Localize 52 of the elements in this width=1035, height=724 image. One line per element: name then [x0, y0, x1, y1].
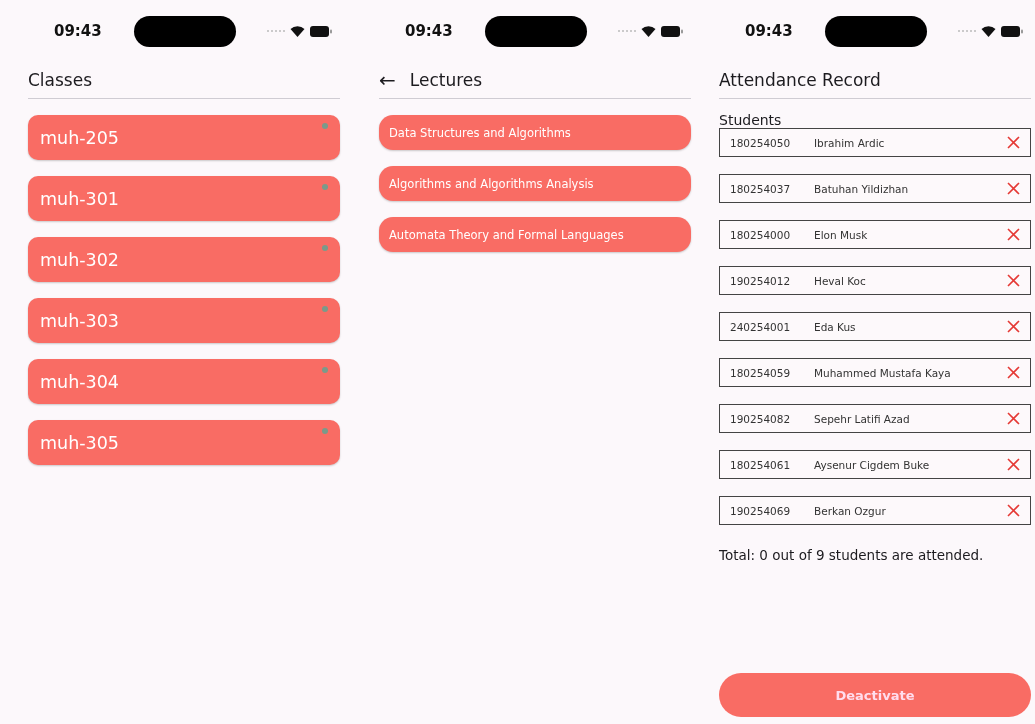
battery-icon: [1001, 25, 1023, 37]
status-dot: [322, 184, 328, 190]
screen-title: Lectures: [409, 70, 483, 90]
class-card[interactable]: muh-305: [28, 420, 340, 465]
signal-dots-icon: [267, 29, 285, 33]
wifi-icon: [641, 25, 656, 37]
status-dot: [322, 245, 328, 251]
wifi-icon: [981, 25, 996, 37]
screen-title: Classes: [28, 70, 93, 90]
student-id: 240254001: [730, 320, 792, 333]
student-id: 180254037: [730, 182, 792, 195]
student-id: 190254082: [730, 412, 792, 425]
battery-icon: [661, 25, 683, 37]
status-dot: [322, 123, 328, 129]
student-id: 180254000: [730, 228, 792, 241]
signal-dots-icon: [618, 29, 636, 33]
student-name: Eda Kus: [814, 320, 857, 333]
student-name: Muhammed Mustafa Kaya: [814, 366, 952, 379]
battery-icon: [310, 25, 332, 37]
student-name: Aysenur Cigdem Buke: [814, 458, 931, 471]
section-label: Students: [719, 112, 783, 128]
student-id: 180254059: [730, 366, 792, 379]
student-name: Elon Musk: [814, 228, 869, 241]
student-name: Sepehr Latifi Azad: [814, 412, 911, 425]
status-dot: [322, 428, 328, 434]
student-id: 190254012: [730, 274, 792, 287]
class-card[interactable]: muh-303: [28, 298, 340, 343]
back-button[interactable]: ←: [379, 70, 396, 90]
status-dot: [322, 306, 328, 312]
status-time: 09:43: [54, 22, 103, 40]
class-card[interactable]: muh-301: [28, 176, 340, 221]
wifi-icon: [290, 25, 305, 37]
student-name: Ibrahim Ardic: [814, 136, 886, 149]
student-id: 180254061: [730, 458, 792, 471]
status-time: 09:43: [745, 22, 794, 40]
screen-title: Attendance Record: [719, 70, 881, 90]
total-text: Total: 0 out of 9 students are attended.: [719, 547, 985, 563]
lecture-card[interactable]: Algorithms and Algorithms Analysis: [379, 166, 691, 201]
lecture-card[interactable]: Data Structures and Algorithms: [379, 115, 691, 150]
signal-dots-icon: [958, 29, 976, 33]
class-card[interactable]: muh-304: [28, 359, 340, 404]
student-name: Batuhan Yildizhan: [814, 182, 910, 195]
lecture-card[interactable]: Automata Theory and Formal Languages: [379, 217, 691, 252]
student-id: 180254050: [730, 136, 792, 149]
status-dot: [322, 367, 328, 373]
status-time: 09:43: [405, 22, 454, 40]
class-card[interactable]: muh-302: [28, 237, 340, 282]
class-card[interactable]: muh-205: [28, 115, 340, 160]
deactivate-button[interactable]: Deactivate: [719, 673, 1031, 717]
student-name: Heval Koc: [814, 274, 867, 287]
student-id: 190254069: [730, 504, 792, 517]
student-name: Berkan Ozgur: [814, 504, 887, 517]
